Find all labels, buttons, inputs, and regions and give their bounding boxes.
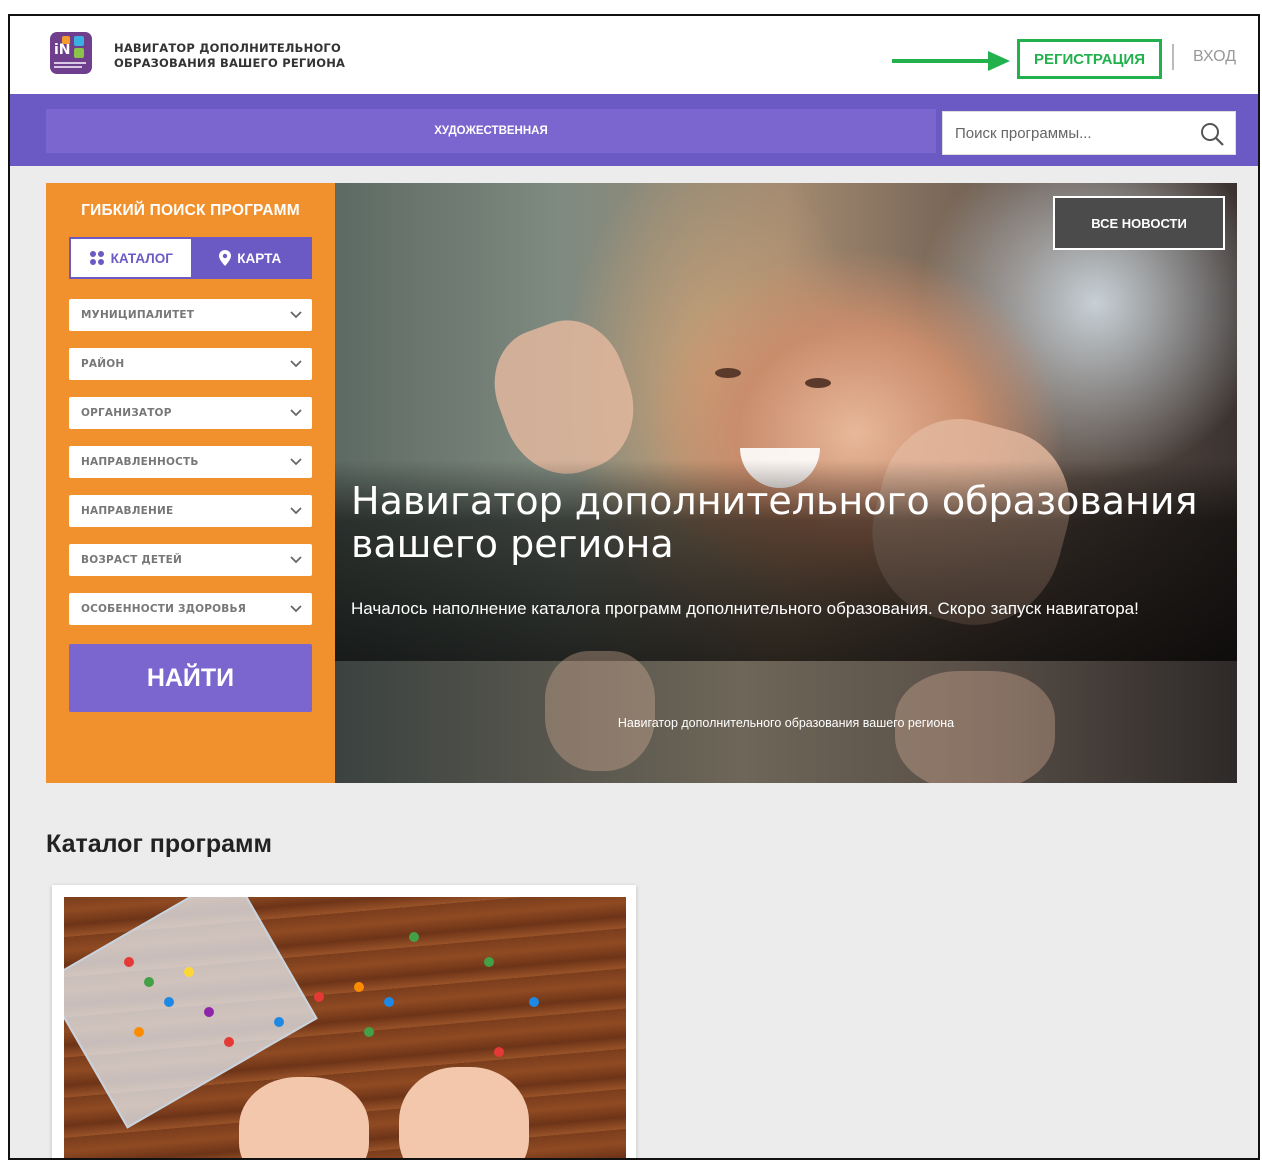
nav-category-item[interactable]: ХУДОЖЕСТВЕННАЯ (46, 109, 936, 153)
tab-map[interactable]: КАРТА (191, 239, 311, 277)
chevron-down-icon (290, 311, 302, 319)
filter-district[interactable]: РАЙОН (69, 348, 312, 380)
header-divider (1172, 44, 1174, 70)
slide-caption: Навигатор дополнительного образования ва… (617, 716, 955, 730)
brand-line-1: НАВИГАТОР ДОПОЛНИТЕЛЬНОГО (114, 41, 341, 55)
card-photo-hand (239, 1077, 369, 1158)
hero-subtitle: Началось наполнение каталога программ до… (351, 599, 1139, 618)
login-link[interactable]: ВХОД (1193, 48, 1236, 66)
chevron-down-icon (290, 458, 302, 466)
catalog-title: Каталог программ (46, 830, 273, 858)
tab-catalog[interactable]: КАТАЛОГ (71, 239, 191, 277)
filter-organizer[interactable]: ОРГАНИЗАТОР (69, 397, 312, 429)
hero-title: Навигатор дополнительного образования ва… (351, 479, 1198, 566)
filter-label: ОСОБЕННОСТИ ЗДОРОВЬЯ (81, 603, 246, 615)
grid-icon (89, 250, 105, 266)
view-tabs: КАТАЛОГ КАРТА (69, 237, 312, 279)
filter-label: НАПРАВЛЕННОСТЬ (81, 456, 199, 468)
browser-frame: iN НАВИГАТОР ДОПОЛНИТЕЛЬНОГО ОБРАЗОВАНИЯ… (8, 14, 1260, 1160)
arrow-right-icon (892, 51, 1010, 71)
filter-label: МУНИЦИПАЛИТЕТ (81, 309, 195, 321)
card-photo-hand (399, 1067, 529, 1158)
chevron-down-icon (290, 507, 302, 515)
chevron-down-icon (290, 409, 302, 417)
flexible-search-panel: ГИБКИЙ ПОИСК ПРОГРАММ КАТАЛОГ КАРТА МУНИ… (46, 183, 335, 783)
map-pin-icon (219, 250, 232, 266)
filter-label: ОРГАНИЗАТОР (81, 407, 172, 419)
tab-catalog-label: КАТАЛОГ (110, 250, 173, 266)
search-icon[interactable] (1199, 121, 1225, 147)
hero-slider[interactable]: ВСЕ НОВОСТИ Навигатор дополнительного об… (335, 183, 1237, 783)
program-card-image (64, 897, 626, 1158)
all-news-button[interactable]: ВСЕ НОВОСТИ (1053, 196, 1225, 250)
find-button[interactable]: НАЙТИ (69, 644, 312, 712)
chevron-down-icon (290, 556, 302, 564)
chevron-down-icon (290, 360, 302, 368)
brand-line-2: ОБРАЗОВАНИЯ ВАШЕГО РЕГИОНА (114, 56, 346, 70)
filter-direction[interactable]: НАПРАВЛЕНИЕ (69, 495, 312, 527)
filter-health[interactable]: ОСОБЕННОСТИ ЗДОРОВЬЯ (69, 593, 312, 625)
chevron-down-icon (290, 605, 302, 613)
brand-text: НАВИГАТОР ДОПОЛНИТЕЛЬНОГО ОБРАЗОВАНИЯ ВА… (114, 41, 345, 71)
register-button[interactable]: РЕГИСТРАЦИЯ (1017, 39, 1162, 79)
filter-age[interactable]: ВОЗРАСТ ДЕТЕЙ (69, 544, 312, 576)
filter-municipality[interactable]: МУНИЦИПАЛИТЕТ (69, 299, 312, 331)
panel-title: ГИБКИЙ ПОИСК ПРОГРАММ (81, 202, 300, 219)
filter-label: РАЙОН (81, 358, 125, 370)
search-input[interactable] (943, 112, 1183, 154)
program-search (942, 111, 1236, 155)
filter-focus[interactable]: НАПРАВЛЕННОСТЬ (69, 446, 312, 478)
nav-category-label: ХУДОЖЕСТВЕННАЯ (434, 125, 548, 137)
site-header: iN НАВИГАТОР ДОПОЛНИТЕЛЬНОГО ОБРАЗОВАНИЯ… (10, 16, 1258, 94)
program-card[interactable] (52, 885, 636, 1158)
tab-map-label: КАРТА (237, 250, 282, 266)
filter-label: НАПРАВЛЕНИЕ (81, 505, 174, 517)
filter-label: ВОЗРАСТ ДЕТЕЙ (81, 554, 182, 566)
logo[interactable]: iN (50, 32, 92, 74)
